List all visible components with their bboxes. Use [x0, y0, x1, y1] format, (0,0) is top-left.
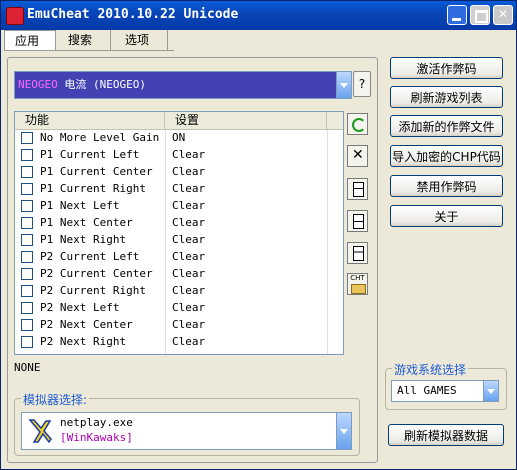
chevron-down-icon[interactable] [336, 72, 351, 98]
refresh-game-list-button[interactable]: 刷新游戏列表 [390, 86, 503, 108]
cheat-setting[interactable]: Clear [172, 182, 205, 195]
row-checkbox[interactable] [21, 132, 33, 144]
table-row[interactable]: No More Level Gain ON [15, 130, 343, 147]
activate-cheat-button[interactable]: 激活作弊码 [390, 57, 503, 79]
cheat-table[interactable]: 功能 设置 No More Level Gain ON P1 Current Lef… [14, 111, 344, 355]
cheat-setting[interactable]: Clear [172, 318, 205, 331]
system-group: 游戏系统选择 All GAMES [385, 361, 507, 410]
table-row[interactable]: P1 Next Left Clear [15, 198, 343, 215]
about-button[interactable]: 关于 [390, 205, 503, 227]
row-checkbox[interactable] [21, 319, 33, 331]
cht-icon-label: CHT [350, 274, 365, 282]
open-cht-folder-icon[interactable]: CHT [347, 273, 368, 295]
chevron-down-icon[interactable] [336, 413, 351, 449]
cheat-setting[interactable]: Clear [172, 267, 205, 280]
row-checkbox[interactable] [21, 251, 33, 263]
cheat-name: P1 Current Right [40, 182, 146, 195]
row-checkbox[interactable] [21, 302, 33, 314]
cheat-setting[interactable]: Clear [172, 250, 205, 263]
refresh-icon[interactable] [347, 113, 368, 135]
cheat-setting[interactable]: ON [172, 131, 185, 144]
table-row[interactable]: P2 Next Center Clear [15, 317, 343, 334]
close-button[interactable] [493, 5, 513, 25]
emulator-select[interactable]: netplay.exe [WinKawaks] [21, 412, 352, 450]
table-row[interactable]: P2 Current Left Clear [15, 249, 343, 266]
cheat-setting[interactable]: Clear [172, 284, 205, 297]
table-row[interactable]: P1 Next Center Clear [15, 215, 343, 232]
emulator-type: [WinKawaks] [60, 431, 133, 444]
cheat-setting[interactable]: Clear [172, 335, 205, 348]
cheat-setting[interactable]: Clear [172, 199, 205, 212]
tab-apply[interactable]: 应用 [4, 30, 56, 51]
table-row[interactable]: P1 Current Left Clear [15, 147, 343, 164]
system-select[interactable]: All GAMES [391, 380, 499, 402]
game-select[interactable]: NEOGEO 电流 (NEOGEO) [14, 71, 352, 99]
add-cheat-file-button[interactable]: 添加新的作弊文件 [390, 115, 503, 137]
row-checkbox[interactable] [21, 285, 33, 297]
cheat-setting[interactable]: Clear [172, 216, 205, 229]
cheat-name: P2 Next Left [40, 301, 120, 314]
system-group-title: 游戏系统选择 [392, 361, 469, 378]
cheat-name: P2 Next Right [40, 335, 127, 348]
tab-search[interactable]: 搜索 [58, 30, 111, 50]
row-checkbox[interactable] [21, 234, 33, 246]
emulator-name: netplay.exe [60, 416, 133, 429]
cheat-name: P1 Current Left [40, 148, 140, 161]
table-row[interactable]: P1 Current Right Clear [15, 181, 343, 198]
minimize-button[interactable] [447, 5, 467, 25]
row-checkbox[interactable] [21, 166, 33, 178]
cheat-name: P2 Current Left [40, 250, 140, 263]
table-row[interactable]: P2 Current Right Clear [15, 283, 343, 300]
cheat-name: P1 Next Left [40, 199, 120, 212]
cheat-name: P2 Next Center [40, 318, 133, 331]
cheat-name: P2 Current Right [40, 284, 146, 297]
table-row[interactable]: P2 Next Left Clear [15, 300, 343, 317]
uncheck-all-icon[interactable] [347, 210, 368, 232]
cheat-setting[interactable]: Clear [172, 165, 205, 178]
cheat-name: No More Level Gain [40, 131, 160, 144]
app-icon [6, 7, 24, 25]
cheat-setting[interactable]: Clear [172, 233, 205, 246]
row-checkbox[interactable] [21, 183, 33, 195]
chevron-down-icon[interactable] [483, 381, 498, 401]
check-all-icon[interactable] [347, 178, 368, 200]
emulator-group-title: 模拟器选择: [21, 391, 90, 408]
table-row[interactable]: P1 Current Center Clear [15, 164, 343, 181]
title-bar[interactable]: EmuCheat 2010.10.22 Unicode [1, 1, 516, 30]
emulator-group: 模拟器选择: netplay.exe [WinKawaks] [14, 391, 360, 456]
delete-icon[interactable] [347, 145, 368, 167]
cheat-setting[interactable]: Clear [172, 301, 205, 314]
table-row[interactable]: P1 Next Right Clear [15, 232, 343, 249]
table-header: 功能 设置 [15, 112, 343, 130]
column-header-setting[interactable]: 设置 [165, 112, 327, 129]
maximize-button[interactable] [470, 5, 490, 25]
table-row[interactable]: P2 Current Center Clear [15, 266, 343, 283]
import-chp-button[interactable]: 导入加密的CHP代码 [390, 145, 503, 167]
row-checkbox[interactable] [21, 268, 33, 280]
column-header-function[interactable]: 功能 [15, 112, 165, 129]
game-select-value: NEOGEO 电流 (NEOGEO) [18, 78, 146, 91]
disable-cheat-button[interactable]: 禁用作弊码 [390, 175, 503, 197]
status-text: NONE [14, 361, 41, 374]
cheat-name: P2 Current Center [40, 267, 153, 280]
folder-icon [351, 284, 366, 294]
window-title: EmuCheat 2010.10.22 Unicode [27, 7, 239, 22]
system-select-value: All GAMES [397, 384, 457, 397]
main-window: EmuCheat 2010.10.22 Unicode 应用 搜索 选项 NEO… [0, 0, 517, 470]
row-checkbox[interactable] [21, 336, 33, 348]
row-checkbox[interactable] [21, 200, 33, 212]
cheat-setting[interactable]: Clear [172, 148, 205, 161]
cheat-name: P1 Next Center [40, 216, 133, 229]
help-button[interactable]: ? [353, 71, 371, 97]
table-row[interactable]: P2 Next Right Clear [15, 334, 343, 351]
cheat-name: P1 Current Center [40, 165, 153, 178]
row-checkbox[interactable] [21, 149, 33, 161]
invert-check-icon[interactable] [347, 242, 368, 264]
row-checkbox[interactable] [21, 217, 33, 229]
cheat-name: P1 Next Right [40, 233, 127, 246]
tab-options[interactable]: 选项 [115, 30, 168, 50]
refresh-emulator-button[interactable]: 刷新模拟器数据 [388, 424, 504, 446]
emulator-icon [28, 419, 52, 444]
tab-divider [4, 50, 174, 51]
